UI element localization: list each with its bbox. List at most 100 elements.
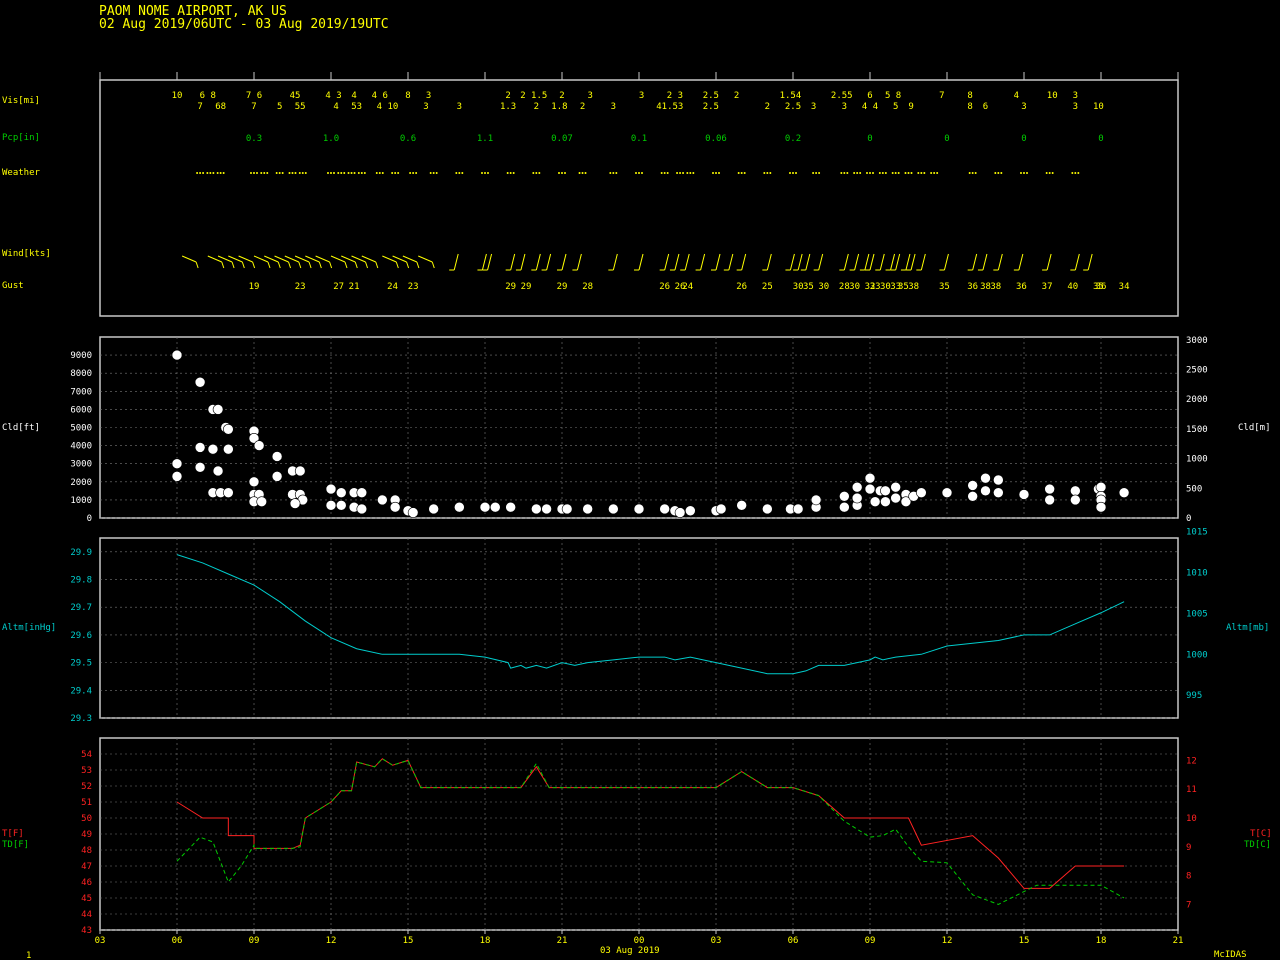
- date-range: 02 Aug 2019/06UTC - 03 Aug 2019/19UTC: [99, 17, 389, 32]
- weather-symbol: [679, 172, 682, 174]
- precip-value: 0: [867, 134, 872, 144]
- gust-value: 29: [505, 282, 516, 292]
- cloud-ft-ticks: 0 1000 2000 3000 4000 5000 6000 7000 8000 9000: [70, 351, 92, 524]
- vis-values-bottom: 7 68 7 5 55 4 53 4 10 3 3 1.3 2 1.8 2 3 41.53 2.5 2 2.5 3 3 4…: [197, 102, 1103, 112]
- time-tick-label: 00: [634, 936, 645, 946]
- weather-symbol: [1023, 172, 1025, 174]
- weather-symbol: [1051, 172, 1054, 174]
- weather-symbol: [891, 172, 894, 174]
- vis-value: 4: [333, 102, 338, 112]
- vis-value: 6 8: [200, 91, 216, 101]
- altimeter-grid: [100, 538, 1178, 719]
- cloud-point: [271, 471, 283, 482]
- wind-barb: [736, 253, 747, 271]
- wind-barb: [669, 253, 680, 271]
- cloud-point: [890, 481, 901, 493]
- wind-barb: [608, 253, 618, 271]
- wind-barb: [1083, 253, 1093, 271]
- wind-barb: [890, 253, 901, 271]
- weather-symbol: [564, 172, 566, 174]
- weather-symbol: [250, 172, 252, 174]
- wind-barb: [785, 253, 795, 271]
- cloud-point: [171, 458, 183, 470]
- cloud-point: [839, 490, 850, 502]
- cloud-point: [325, 500, 337, 511]
- gust-value: 26: [736, 282, 747, 292]
- cloud-point: [377, 494, 388, 506]
- weather-symbol: [206, 172, 209, 174]
- time-axis-ticks: 03 06 09 12 15 18 21 00 03 06 09 12 15 18 21: [95, 930, 1183, 946]
- cloud-point: [1044, 494, 1055, 506]
- dewpoint-line: [176, 758, 1125, 905]
- cloud-point: [762, 503, 773, 515]
- weather-symbol: [904, 172, 907, 174]
- cloud-m-tick: 2500: [1186, 366, 1208, 376]
- cloud-ft-tick: 9000: [70, 351, 92, 361]
- cloud-point: [993, 474, 1004, 486]
- weather-symbol: [278, 172, 281, 174]
- time-tick-label: 03: [95, 936, 106, 946]
- vis-value: 5: [893, 102, 898, 112]
- cloud-point: [1118, 487, 1130, 498]
- weather-symbol: [253, 172, 255, 174]
- weather-symbol: [561, 172, 563, 174]
- cloud-point: [736, 500, 747, 511]
- cloud-ft-tick: 0: [87, 514, 92, 524]
- time-tick-label: 09: [865, 936, 876, 946]
- gust-value: 25: [762, 282, 773, 292]
- precip-value: 0.3: [246, 134, 262, 144]
- cloud-point: [356, 487, 368, 498]
- time-tick-label: 15: [403, 936, 414, 946]
- weather-symbol: [412, 172, 415, 174]
- weather-symbol: [743, 172, 746, 174]
- wind-barb: [680, 253, 690, 271]
- weather-symbol: [933, 172, 936, 174]
- vis-value: 2: [534, 102, 539, 112]
- vis-value: 10: [1093, 102, 1104, 112]
- weather-symbol: [350, 172, 353, 174]
- cloud-point: [531, 503, 542, 515]
- wind-barb: [875, 253, 885, 271]
- precip-value: 1.0: [323, 134, 339, 144]
- cloud-point: [582, 503, 593, 515]
- gust-value: 40: [1067, 282, 1078, 292]
- temp-c-label: T[C]: [1250, 829, 1272, 839]
- cloud-ft-tick: 3000: [70, 460, 92, 470]
- vis-value: 45: [290, 91, 301, 101]
- cloud-m-tick: 0: [1186, 514, 1191, 524]
- cloud-point: [1044, 483, 1055, 495]
- vis-value: 8: [967, 91, 972, 101]
- gust-value: 23: [408, 282, 419, 292]
- cloud-point: [335, 500, 347, 511]
- weather-symbol: [869, 172, 871, 174]
- gust-value: 26: [659, 282, 670, 292]
- precip-value: 0: [1098, 134, 1103, 144]
- temp-c-tick: 12: [1186, 756, 1197, 766]
- vis-value: 4: [351, 91, 356, 101]
- cloud-point: [980, 472, 991, 484]
- altimeter-mb-tick: 1005: [1186, 609, 1208, 619]
- meteogram: PAOM NOME AIRPORT, AK US 02 Aug 2019/06U…: [2, 4, 1272, 960]
- weather-symbol: [260, 172, 263, 174]
- precip-value: 0.06: [705, 134, 727, 144]
- altimeter-mb-ticks: 995 1000 1005 1010 1015: [1186, 528, 1208, 702]
- vis-value: 2.5: [703, 91, 719, 101]
- cloud-point: [194, 376, 206, 388]
- weather-symbol: [856, 172, 859, 174]
- vis-value: 2: [734, 91, 739, 101]
- weather-symbol: [1048, 172, 1051, 174]
- cloud-ft-tick: 5000: [70, 424, 92, 434]
- cloud-point: [194, 442, 206, 453]
- weather-symbol: [506, 172, 509, 174]
- cloud-point: [864, 472, 876, 484]
- precip-value: 0.6: [400, 134, 416, 144]
- weather-symbol: [715, 172, 717, 174]
- cloud-point: [223, 487, 234, 498]
- weather-symbol: [216, 172, 219, 174]
- weather-symbol: [818, 172, 821, 174]
- gust-value: 30: [793, 282, 804, 292]
- weather-symbol: [1000, 172, 1003, 174]
- vis-value: 9: [908, 102, 913, 112]
- time-tick-label: 12: [326, 936, 337, 946]
- cloud-ft-tick: 1000: [70, 496, 92, 506]
